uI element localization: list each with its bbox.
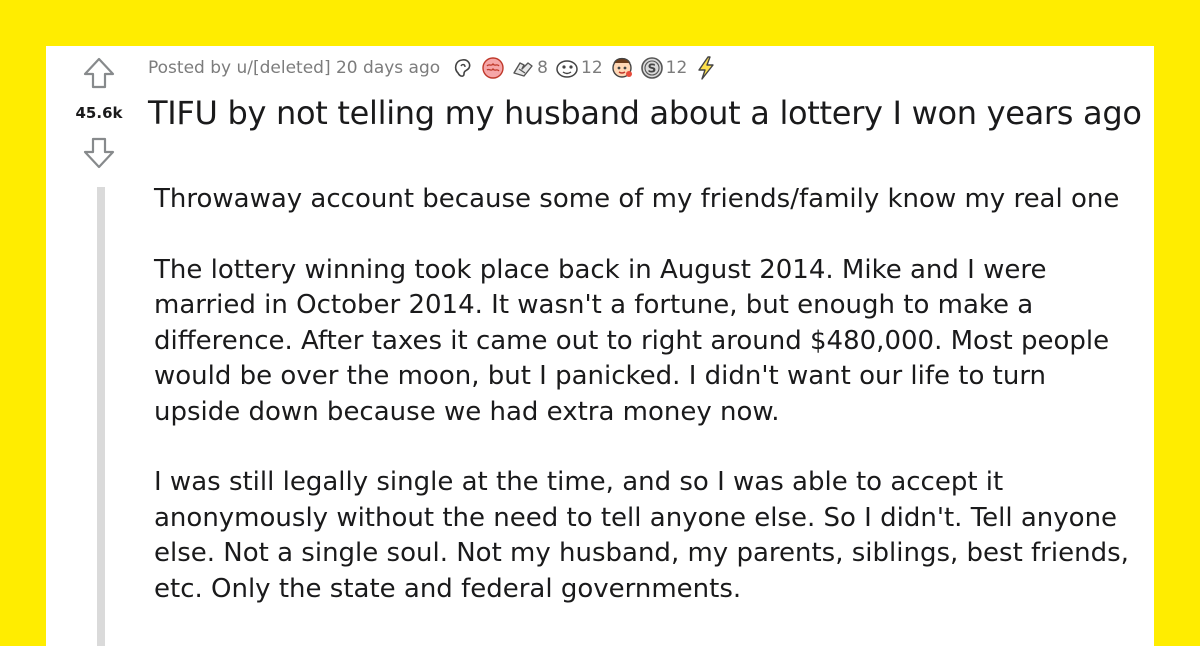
hands-award-icon [513, 62, 533, 77]
collapse-thread-line[interactable] [97, 187, 105, 646]
downvote-button[interactable] [82, 136, 116, 170]
posted-by-text: Posted by u/[deleted] 20 days ago [148, 58, 441, 78]
award-lightning[interactable] [693, 55, 719, 81]
vote-column: 45.6k [46, 46, 152, 646]
silver-coin-award-icon: S [640, 57, 663, 79]
svg-text:S: S [647, 62, 656, 76]
wholesome-award-icon [611, 57, 632, 78]
downvote-arrow-icon [83, 137, 115, 169]
award-silver[interactable]: S 12 [639, 55, 690, 81]
award-face[interactable]: 12 [554, 55, 605, 81]
brain-award-icon [482, 57, 504, 79]
award-count: 12 [665, 58, 688, 78]
award-count: 8 [537, 58, 548, 78]
post-title[interactable]: TIFU by not telling my husband about a l… [148, 94, 1142, 132]
award-brain[interactable] [480, 55, 506, 81]
upvote-arrow-icon [83, 57, 115, 89]
body-paragraph: The lottery winning took place back in A… [154, 254, 1110, 427]
lightning-award-icon [698, 56, 714, 80]
post-body: Throwaway account because some of my fri… [154, 182, 1134, 642]
body-paragraph: Throwaway account because some of my fri… [154, 184, 1120, 214]
award-count: 12 [581, 58, 603, 78]
post-card: 45.6k Posted by u/[deleted] 20 days ago [46, 46, 1154, 646]
ear-award-icon [455, 59, 471, 77]
upvote-button[interactable] [82, 56, 116, 90]
vote-score: 45.6k [75, 104, 123, 122]
post-meta: Posted by u/[deleted] 20 days ago 8 12 S… [148, 54, 723, 82]
award-ear[interactable] [450, 55, 476, 81]
body-paragraph: I was still legally single at the time, … [154, 467, 1129, 604]
award-wholesome[interactable] [609, 55, 635, 81]
award-hands[interactable]: 8 [510, 55, 550, 81]
face-award-icon [556, 60, 578, 78]
